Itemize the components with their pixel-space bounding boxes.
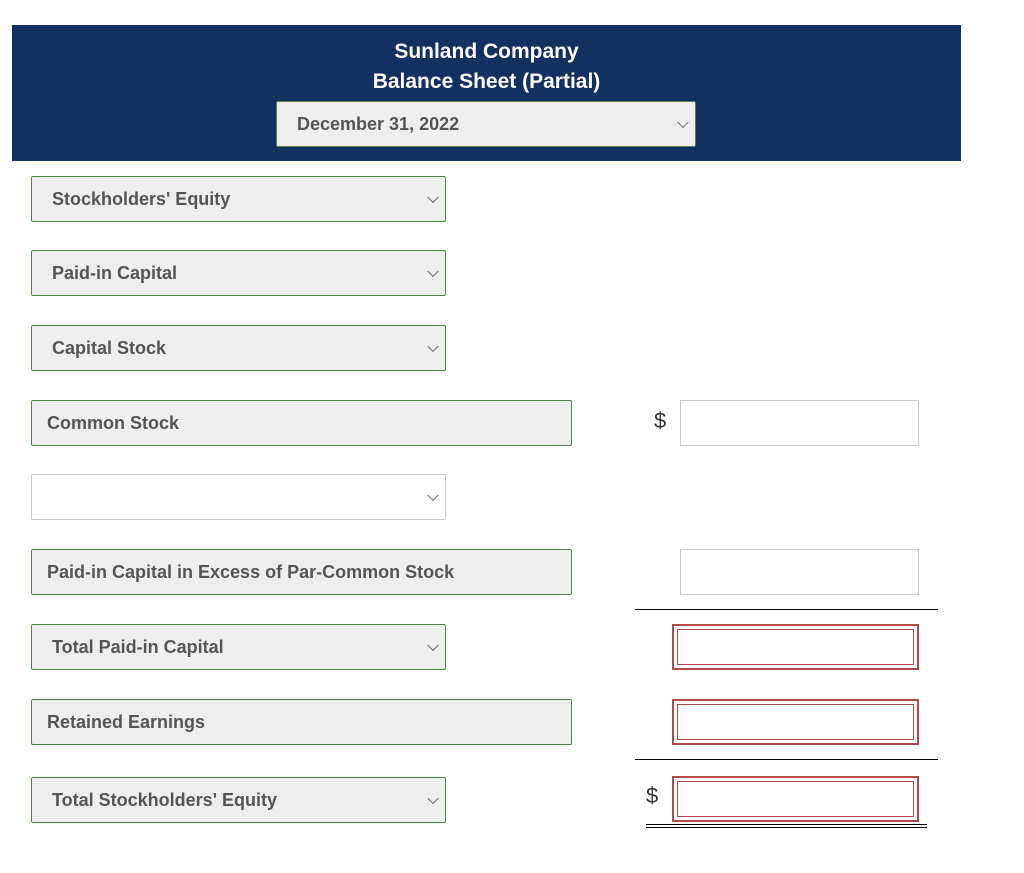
common-stock-amount-input[interactable] [680,400,919,446]
chevron-down-icon [427,639,439,652]
date-select-value: December 31, 2022 [297,113,460,134]
stockholders-equity-select[interactable]: Stockholders' Equity [31,176,446,222]
chevron-down-icon [427,191,439,204]
select-value: Total Stockholders' Equity [52,789,277,810]
common-stock-label: Common Stock [31,400,572,446]
select-value: Total Paid-in Capital [52,636,224,657]
row-label: Common Stock [47,412,180,433]
total-stockholders-equity-select[interactable]: Total Stockholders' Equity [31,777,446,823]
company-name: Sunland Company [394,40,579,63]
paid-in-capital-select[interactable]: Paid-in Capital [31,250,446,296]
chevron-down-icon [427,489,439,502]
double-rule-top [646,824,927,825]
chevron-down-icon [427,265,439,278]
chevron-down-icon [677,116,689,129]
select-value: Capital Stock [52,337,167,358]
chevron-down-icon [427,792,439,805]
statement-title: Balance Sheet (Partial) [372,70,601,93]
select-value: Stockholders' Equity [52,188,231,209]
retained-earnings-label: Retained Earnings [31,699,572,745]
total-paid-in-capital-select[interactable]: Total Paid-in Capital [31,624,446,670]
paid-in-excess-label: Paid-in Capital in Excess of Par-Common … [31,549,572,595]
total-stockholders-equity-amount-input[interactable] [672,776,919,822]
double-rule-bottom [646,827,927,828]
dollar-sign: $ [654,408,667,433]
retained-earnings-amount-input[interactable] [672,699,919,745]
row-label: Retained Earnings [47,711,206,732]
row-label: Paid-in Capital in Excess of Par-Common … [47,561,455,582]
statement-header: Sunland Company Balance Sheet (Partial) … [12,25,961,161]
blank-account-select[interactable] [31,474,446,520]
capital-stock-select[interactable]: Capital Stock [31,325,446,371]
paid-in-excess-amount-input[interactable] [680,549,919,595]
date-select[interactable]: December 31, 2022 [276,101,696,147]
select-value: Paid-in Capital [52,262,178,283]
subtotal-rule [635,609,938,610]
dollar-sign: $ [646,783,659,808]
chevron-down-icon [427,340,439,353]
total-paid-in-capital-amount-input[interactable] [672,624,919,670]
total-rule [635,759,938,760]
